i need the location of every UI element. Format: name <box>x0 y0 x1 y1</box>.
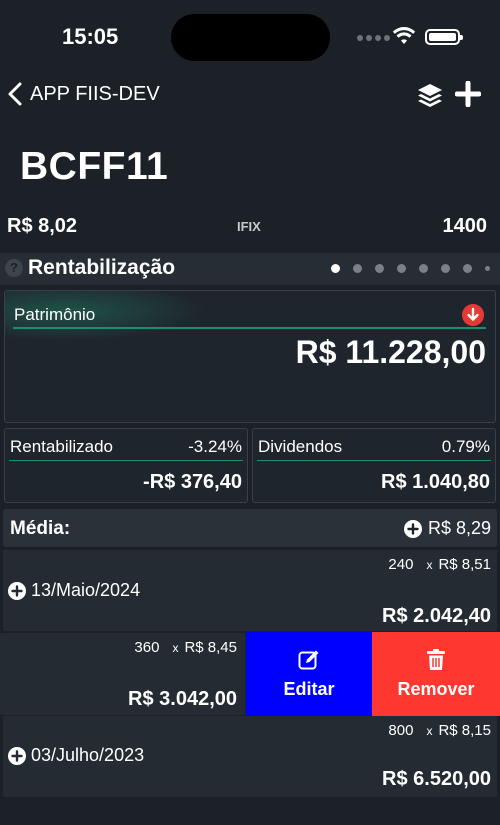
current-price: R$ 8,02 <box>7 215 78 237</box>
rentabilizado-value: -R$ 376,40 <box>143 471 242 493</box>
wifi-icon <box>392 27 416 44</box>
remove-label: Remover <box>397 678 475 699</box>
media-label: Média: <box>10 518 71 539</box>
page-indicator[interactable] <box>331 264 490 273</box>
entry-quantity: 360 x R$ 8,45 <box>134 639 237 656</box>
divider <box>257 460 491 461</box>
entry-quantity: 800 x R$ 8,15 <box>388 722 491 739</box>
plus-circle-icon[interactable] <box>8 581 26 600</box>
rentabilizado-percent: -3.24% <box>188 437 242 456</box>
divider <box>13 327 486 329</box>
edit-button[interactable]: Editar <box>246 632 372 716</box>
trash-icon <box>427 648 445 670</box>
page-dot[interactable] <box>375 264 384 273</box>
layers-icon[interactable] <box>416 81 444 109</box>
back-button[interactable]: APP FIIS-DEV <box>8 82 160 106</box>
remove-button[interactable]: Remover <box>372 632 500 716</box>
page-dot[interactable] <box>331 264 340 273</box>
page-dot[interactable] <box>353 264 362 273</box>
plus-circle-icon[interactable] <box>403 519 422 538</box>
help-icon[interactable]: ? <box>5 259 23 277</box>
page-dot[interactable] <box>441 264 450 273</box>
index-label: IFIX <box>237 219 261 234</box>
status-time: 15:05 <box>62 24 119 49</box>
back-chevron-icon <box>8 82 22 106</box>
signal-icon <box>357 35 390 41</box>
entry-quantity: 240 x R$ 8,51 <box>388 556 491 573</box>
patrimonio-label: Patrimônio <box>14 305 96 324</box>
page-title: BCFF11 <box>20 145 169 188</box>
dividendos-label: Dividendos <box>258 437 343 456</box>
media-value-group: R$ 8,29 <box>403 518 491 539</box>
entry-total: R$ 3.042,00 <box>128 688 237 710</box>
section-title: Rentabilização <box>28 256 176 279</box>
arrow-down-circle-icon[interactable] <box>462 304 484 326</box>
page-dot[interactable] <box>419 264 428 273</box>
page-dot[interactable] <box>485 266 490 271</box>
plus-circle-icon[interactable] <box>8 746 26 765</box>
battery-icon <box>425 29 463 45</box>
entry-total: R$ 6.520,00 <box>382 768 491 790</box>
page-dot[interactable] <box>397 264 406 273</box>
divider <box>9 460 243 461</box>
dividendos-percent: 0.79% <box>441 437 490 456</box>
edit-icon <box>298 650 319 669</box>
plus-icon[interactable] <box>455 81 481 107</box>
media-value: R$ 8,29 <box>427 518 491 538</box>
patrimonio-value: R$ 11.228,00 <box>295 334 486 370</box>
page-dot[interactable] <box>463 264 472 273</box>
edit-label: Editar <box>283 678 335 699</box>
rentabilizado-label: Rentabilizado <box>10 437 114 456</box>
dividendos-value: R$ 1.040,80 <box>381 471 490 493</box>
entry-date: 13/Maio/2024 <box>8 580 140 601</box>
back-label: APP FIIS-DEV <box>30 82 160 105</box>
index-value: 1400 <box>442 215 488 237</box>
dynamic-island <box>171 14 330 61</box>
entry-total: R$ 2.042,40 <box>382 605 491 627</box>
entry-date: 03/Julho/2023 <box>8 745 144 766</box>
